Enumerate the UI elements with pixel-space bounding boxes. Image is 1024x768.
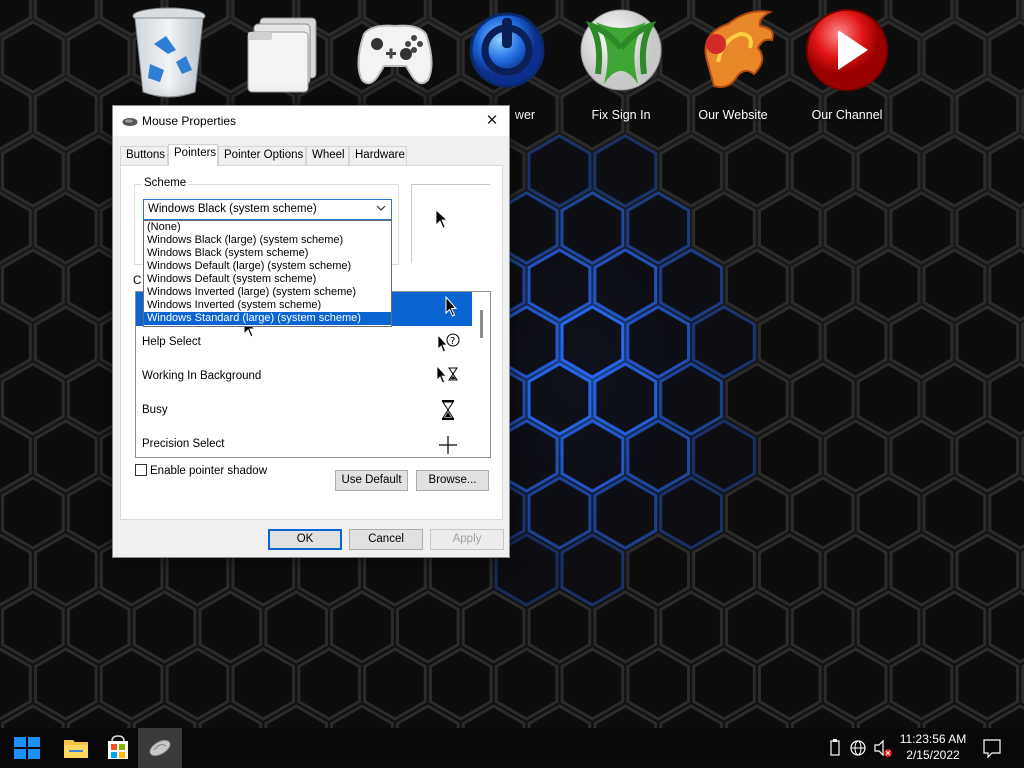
chevron-down-icon <box>376 201 386 218</box>
usb-drive-icon[interactable] <box>826 728 844 768</box>
action-center-button[interactable] <box>972 728 1016 768</box>
scheme-select-value: Windows Black (system scheme) <box>148 203 317 215</box>
apply-button[interactable]: Apply <box>430 529 504 550</box>
taskbar: 11:23:56 AM 2/15/2022 <box>0 728 1024 768</box>
network-globe-icon[interactable] <box>848 728 868 768</box>
mouse-properties-dialog: Mouse Properties ✕ Buttons Pointers Poin… <box>112 105 510 558</box>
our-channel-icon[interactable]: Our Channel <box>792 4 902 124</box>
tab-pointer-options[interactable]: Pointer Options <box>218 146 306 165</box>
browse-button[interactable]: Browse... <box>416 470 489 491</box>
cursor-row[interactable]: Working In Background <box>136 360 472 394</box>
scheme-option[interactable]: Windows Black (system scheme) <box>144 247 391 260</box>
volume-muted-icon[interactable] <box>872 728 894 768</box>
store-icon <box>108 735 128 759</box>
windows-logo-icon <box>14 737 40 759</box>
mouse-icon <box>122 116 138 130</box>
notification-icon <box>983 739 1001 759</box>
our-website-icon[interactable]: Our Website <box>678 4 788 124</box>
close-icon[interactable]: ✕ <box>475 106 509 136</box>
tab-pointers[interactable]: Pointers <box>168 144 218 166</box>
mouse-properties-taskbar-button[interactable] <box>138 728 182 768</box>
normal-select-icon <box>434 295 462 322</box>
scheme-option[interactable]: (None) <box>144 221 391 234</box>
cursor-row-label: Help Select <box>142 336 201 348</box>
cursor-row-label: Precision Select <box>142 438 225 450</box>
tab-buttons[interactable]: Buttons <box>120 146 168 165</box>
help-select-icon: ? <box>434 330 462 356</box>
cursor-row[interactable]: Busy <box>136 394 472 428</box>
clock-date: 2/15/2022 <box>906 748 960 762</box>
crosshair-icon <box>434 432 462 457</box>
pointer-preview <box>411 184 490 263</box>
scheme-option[interactable]: Windows Default (system scheme) <box>144 273 391 286</box>
scrollbar-thumb[interactable] <box>480 310 483 338</box>
our-website-label: Our Website <box>698 108 768 122</box>
cursor-row[interactable]: Help Select ? <box>136 326 472 360</box>
clock-time: 11:23:56 AM <box>899 732 967 746</box>
tab-wheel[interactable]: Wheel <box>306 146 349 165</box>
scheme-option-highlighted[interactable]: Windows Standard (large) (system scheme) <box>144 312 391 325</box>
folder-icon <box>64 740 88 758</box>
arrow-cursor-icon <box>435 209 449 229</box>
use-default-button[interactable]: Use Default <box>335 470 408 491</box>
our-channel-label: Our Channel <box>811 108 883 122</box>
tab-hardware[interactable]: Hardware <box>349 146 407 165</box>
scheme-option[interactable]: Windows Inverted (large) (system scheme) <box>144 286 391 299</box>
ok-button[interactable]: OK <box>268 529 342 550</box>
cursor-row[interactable]: Precision Select <box>136 428 472 457</box>
scheme-option[interactable]: Windows Black (large) (system scheme) <box>144 234 391 247</box>
cursor-row-label: Busy <box>142 404 168 416</box>
fix-sign-in-icon[interactable]: Fix Sign In <box>566 4 676 124</box>
dialog-titlebar[interactable]: Mouse Properties ✕ <box>113 106 509 136</box>
scheme-select[interactable]: Windows Black (system scheme) <box>143 199 392 220</box>
working-background-icon <box>434 364 462 390</box>
scheme-label: Scheme <box>141 177 190 189</box>
system-tray <box>826 728 896 768</box>
scheme-dropdown-list: (None) Windows Black (large) (system sch… <box>143 220 392 327</box>
scheme-option[interactable]: Windows Inverted (system scheme) <box>144 299 391 312</box>
scheme-option[interactable]: Windows Default (large) (system scheme) <box>144 260 391 273</box>
enable-pointer-shadow-label: Enable pointer shadow <box>150 465 267 477</box>
enable-pointer-shadow-checkbox[interactable]: Enable pointer shadow <box>135 464 267 477</box>
store-button[interactable] <box>96 728 140 768</box>
cursor-list-scrollbar[interactable] <box>473 292 490 457</box>
start-button[interactable] <box>5 728 49 768</box>
taskbar-clock[interactable]: 11:23:56 AM 2/15/2022 <box>896 731 970 763</box>
mouse-icon <box>149 739 171 757</box>
file-explorer-button[interactable] <box>54 728 98 768</box>
pointers-panel: Scheme Windows Black (system scheme) (No… <box>120 165 503 520</box>
svg-text:?: ? <box>450 336 455 347</box>
cancel-button[interactable]: Cancel <box>349 529 423 550</box>
busy-hourglass-icon <box>434 398 462 424</box>
dialog-title: Mouse Properties <box>142 114 237 128</box>
cursor-row-label: Working In Background <box>142 370 262 382</box>
fix-sign-in-label: Fix Sign In <box>591 108 651 122</box>
checkbox-box[interactable] <box>135 464 147 476</box>
customize-label: C <box>133 275 142 287</box>
